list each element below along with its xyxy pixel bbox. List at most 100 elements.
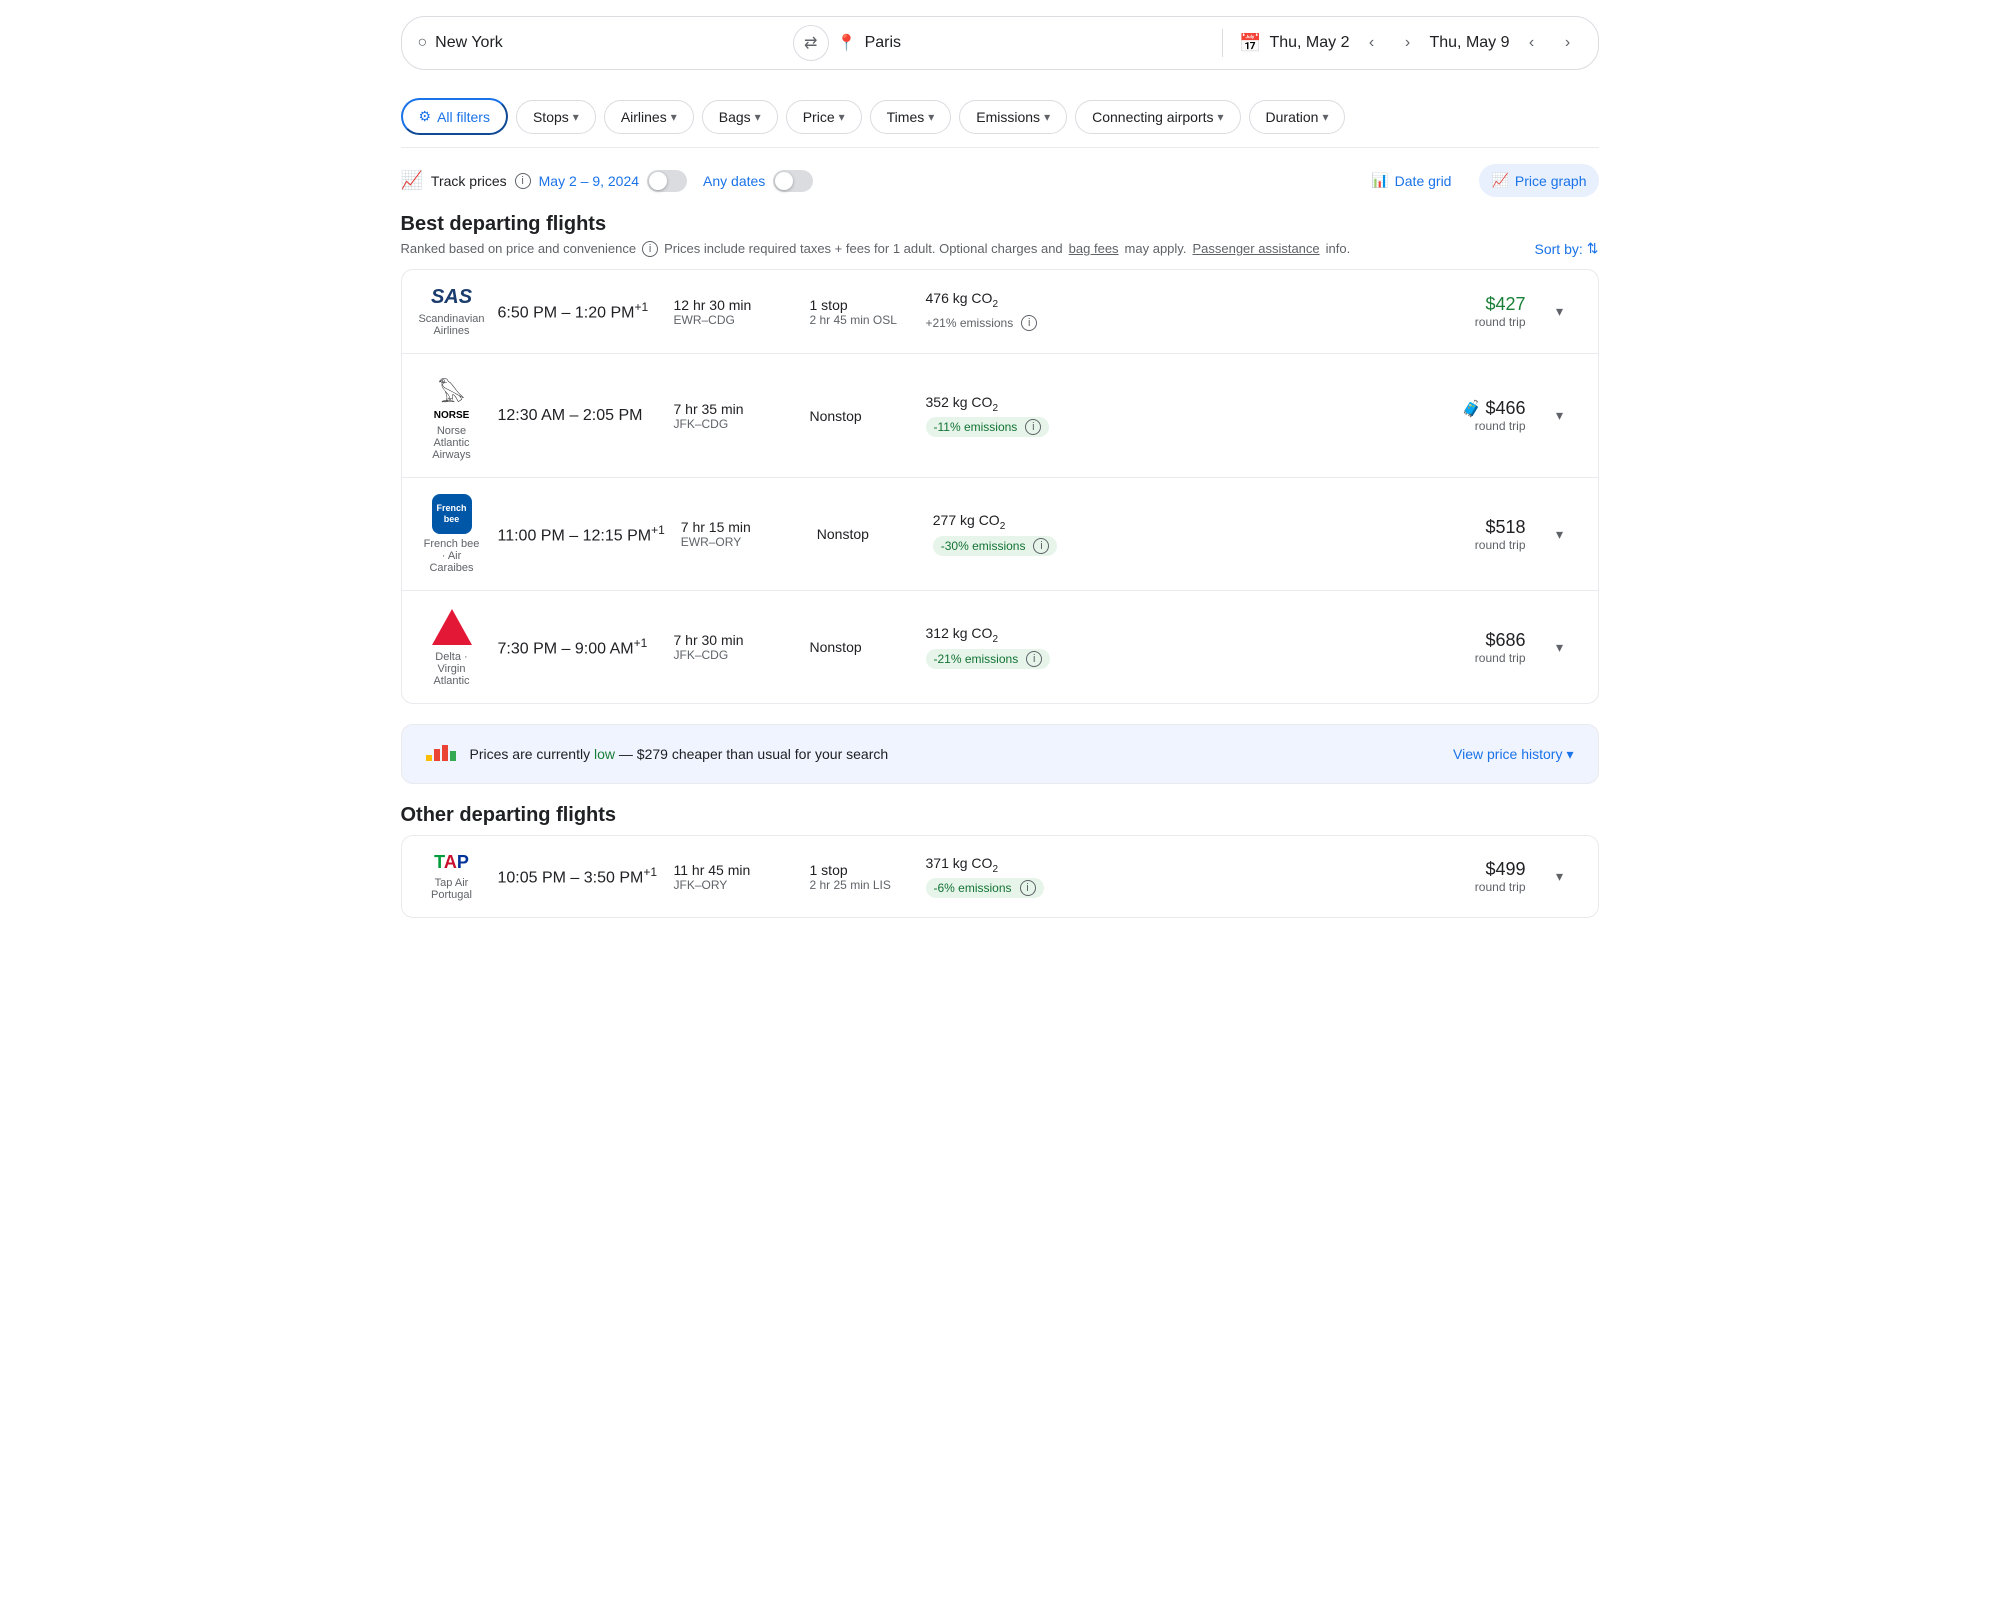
- price-type: round trip: [1426, 419, 1526, 433]
- emissions-info-icon[interactable]: i: [1020, 880, 1036, 896]
- airlines-label: Airlines: [621, 109, 667, 125]
- price-filter-button[interactable]: Price ▾: [786, 100, 862, 134]
- price-graph-button[interactable]: 📈 Price graph: [1479, 164, 1598, 197]
- expand-button[interactable]: ▾: [1542, 398, 1578, 434]
- bag-fees-link[interactable]: bag fees: [1069, 241, 1119, 256]
- swap-button[interactable]: ⇄: [793, 25, 829, 61]
- origin-location-icon: ○: [418, 34, 428, 52]
- price-type: round trip: [1426, 538, 1526, 552]
- airlines-filter-button[interactable]: Airlines ▾: [604, 100, 694, 134]
- co2-text: 371 kg CO2: [926, 855, 1106, 875]
- emissions-filter-button[interactable]: Emissions ▾: [959, 100, 1067, 134]
- any-dates-toggle[interactable]: [773, 170, 813, 192]
- times-filter-button[interactable]: Times ▾: [870, 100, 952, 134]
- price-section: $499 round trip: [1426, 859, 1526, 894]
- flight-row[interactable]: SAS Scandinavian Airlines 6:50 PM – 1:20…: [402, 270, 1598, 354]
- depart-prev-button[interactable]: ‹: [1357, 29, 1385, 57]
- date-grid-icon: 📊: [1371, 172, 1388, 189]
- emissions-section: 352 kg CO2 -11% emissions i: [926, 394, 1106, 438]
- emissions-badge: -6% emissions i: [926, 878, 1044, 898]
- frenchbee-logo-img: Frenchbee: [432, 494, 472, 534]
- price-amount: $427: [1426, 294, 1526, 315]
- duration-text: 11 hr 45 min: [674, 862, 794, 878]
- track-prices-left: 📈 Track prices i May 2 – 9, 2024: [401, 170, 688, 192]
- stops-filter-button[interactable]: Stops ▾: [516, 100, 596, 134]
- emissions-label: Emissions: [976, 109, 1040, 125]
- passenger-link[interactable]: Passenger assistance: [1192, 241, 1319, 256]
- bags-filter-button[interactable]: Bags ▾: [702, 100, 778, 134]
- calendar-icon: 📅: [1239, 33, 1261, 54]
- duration-text: 12 hr 30 min: [674, 297, 794, 313]
- norse-logo-text: NORSE: [434, 410, 470, 421]
- all-filters-label: All filters: [437, 109, 490, 125]
- flight-row[interactable]: Frenchbee French bee · Air Caraibes 11:0…: [402, 478, 1598, 591]
- track-info-icon[interactable]: i: [515, 173, 531, 189]
- price-chevron-icon: ▾: [839, 110, 845, 124]
- price-bar-chart-icon: [426, 741, 458, 767]
- depart-next-button[interactable]: ›: [1393, 29, 1421, 57]
- price-type: round trip: [1426, 651, 1526, 665]
- times-text: 12:30 AM – 2:05 PM: [498, 407, 658, 425]
- price-graph-icon: 📈: [1491, 172, 1508, 189]
- airline-logo-delta: Delta · Virgin Atlantic: [422, 607, 482, 687]
- connecting-airports-filter-button[interactable]: Connecting airports ▾: [1075, 100, 1240, 134]
- sort-by-button[interactable]: Sort by: ⇅: [1535, 240, 1599, 257]
- track-dates: May 2 – 9, 2024: [539, 173, 639, 189]
- tap-logo-text: TAP: [434, 852, 469, 873]
- connecting-airports-chevron-icon: ▾: [1218, 110, 1224, 124]
- times-label: Times: [887, 109, 925, 125]
- price-graph-label: Price graph: [1515, 173, 1587, 189]
- sort-icon: ⇅: [1587, 240, 1599, 257]
- depart-date-group[interactable]: Thu, May 2: [1269, 34, 1349, 52]
- airline-name: Norse Atlantic Airways: [422, 425, 482, 461]
- duration-label: Duration: [1266, 109, 1319, 125]
- duration-filter-button[interactable]: Duration ▾: [1249, 100, 1346, 134]
- return-date-group[interactable]: Thu, May 9: [1429, 34, 1509, 52]
- track-prices-bar: 📈 Track prices i May 2 – 9, 2024 Any dat…: [401, 148, 1599, 213]
- expand-button[interactable]: ▾: [1542, 629, 1578, 665]
- subtitle-info-icon[interactable]: i: [642, 241, 658, 257]
- route-text: JFK–CDG: [674, 417, 794, 431]
- expand-button[interactable]: ▾: [1542, 516, 1578, 552]
- date-section: 📅 Thu, May 2 ‹ › Thu, May 9 ‹ ›: [1222, 29, 1581, 57]
- price-label: Price: [803, 109, 835, 125]
- emissions-info-icon[interactable]: i: [1021, 315, 1037, 331]
- emissions-badge: +21% emissions i: [926, 313, 1046, 333]
- delta-logo-triangle: [432, 609, 472, 645]
- may-apply-text: may apply.: [1125, 241, 1187, 256]
- expand-button[interactable]: ▾: [1542, 294, 1578, 330]
- track-prices-label: Track prices: [431, 173, 507, 189]
- emissions-section: 312 kg CO2 -21% emissions i: [926, 625, 1106, 669]
- price-section: 🧳 $466 round trip: [1426, 398, 1526, 433]
- expand-button[interactable]: ▾: [1542, 859, 1578, 895]
- emissions-info-icon[interactable]: i: [1033, 538, 1049, 554]
- flight-row[interactable]: TAP Tap Air Portugal 10:05 PM – 3:50 PM+…: [402, 836, 1598, 917]
- track-right-actions: 📊 Date grid 📈 Price graph: [1359, 164, 1598, 197]
- view-price-history-button[interactable]: View price history ▾: [1453, 746, 1573, 763]
- emissions-section: 371 kg CO2 -6% emissions i: [926, 855, 1106, 899]
- flight-row[interactable]: Delta · Virgin Atlantic 7:30 PM – 9:00 A…: [402, 591, 1598, 703]
- price-section: $686 round trip: [1426, 630, 1526, 665]
- destination-text: Paris: [865, 34, 901, 52]
- norse-icon: 𓅃: [438, 370, 465, 410]
- track-prices-toggle[interactable]: [647, 170, 687, 192]
- stops-section: 1 stop 2 hr 45 min OSL: [810, 297, 910, 327]
- destination-input[interactable]: Paris: [865, 34, 1214, 52]
- date-grid-button[interactable]: 📊 Date grid: [1359, 164, 1463, 197]
- return-prev-button[interactable]: ‹: [1518, 29, 1546, 57]
- airline-logo-norse: 𓅃 NORSE Norse Atlantic Airways: [422, 370, 482, 461]
- return-next-button[interactable]: ›: [1554, 29, 1582, 57]
- all-filters-button[interactable]: ⚙ All filters: [401, 98, 508, 135]
- flight-times: 11:00 PM – 12:15 PM+1: [498, 523, 665, 545]
- origin-input[interactable]: New York: [435, 34, 784, 52]
- times-text: 10:05 PM – 3:50 PM+1: [498, 865, 658, 887]
- bags-chevron-icon: ▾: [755, 110, 761, 124]
- flight-times: 7:30 PM – 9:00 AM+1: [498, 636, 658, 658]
- price-section: $427 round trip: [1426, 294, 1526, 329]
- flight-times: 12:30 AM – 2:05 PM: [498, 407, 658, 425]
- emissions-info-icon[interactable]: i: [1026, 651, 1042, 667]
- emissions-info-icon[interactable]: i: [1025, 419, 1041, 435]
- flight-row[interactable]: 𓅃 NORSE Norse Atlantic Airways 12:30 AM …: [402, 354, 1598, 478]
- best-flights-subtitle: Ranked based on price and convenience i …: [401, 240, 1599, 257]
- stops-section: Nonstop: [810, 639, 910, 655]
